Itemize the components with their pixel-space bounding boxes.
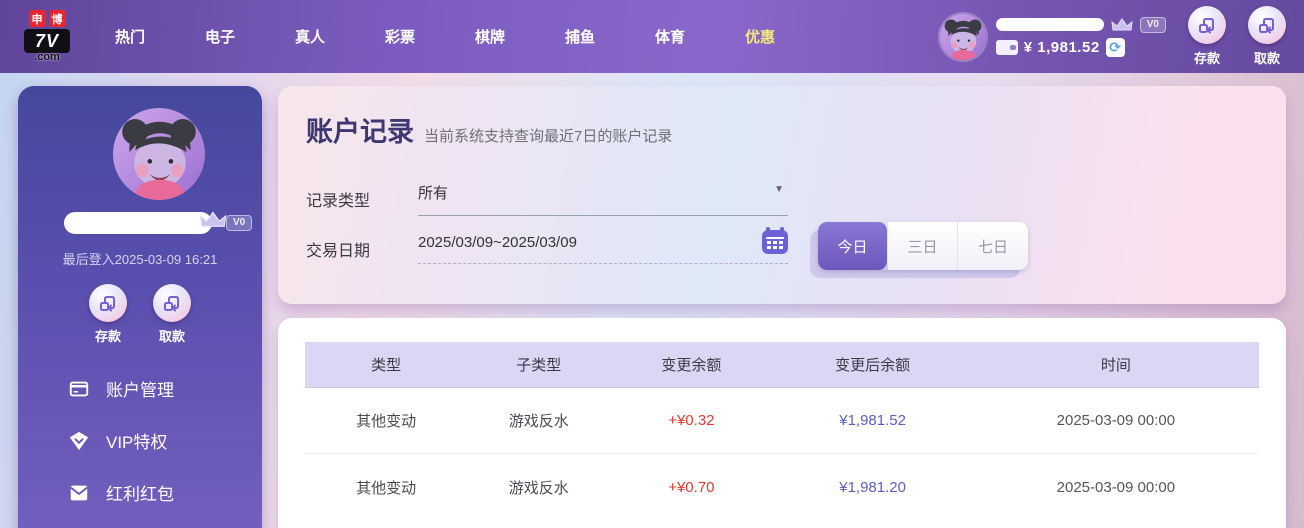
sidebar-actions: 存款 取款 bbox=[18, 284, 262, 345]
sidebar-avatar[interactable] bbox=[113, 108, 205, 200]
logo-com: .com bbox=[34, 51, 60, 63]
sidebar-item-label: 红利红包 bbox=[106, 485, 174, 504]
filter-panel: 账户记录 当前系统支持查询最近7日的账户记录 记录类型 所有 ▼ 交易日期 20… bbox=[278, 86, 1286, 304]
cell-change-amount: +¥0.32 bbox=[668, 412, 715, 429]
record-type-label: 记录类型 bbox=[306, 193, 371, 210]
withdraw-button[interactable]: 取款 bbox=[1248, 6, 1286, 67]
withdraw-label: 取款 bbox=[158, 329, 185, 344]
col-header-change: 变更余额 bbox=[661, 357, 722, 374]
deposit-icon bbox=[1188, 6, 1226, 44]
sidebar-item-vip-privileges[interactable]: VIP特权 bbox=[68, 428, 174, 453]
masked-username bbox=[64, 212, 212, 234]
logo-cn-tiles: 申 博 bbox=[28, 10, 66, 27]
date-range-value: 2025/03/09~2025/03/09 bbox=[418, 234, 577, 251]
col-header-subtype: 子类型 bbox=[516, 357, 562, 374]
nav-item-promo[interactable]: 优惠 bbox=[730, 16, 790, 57]
col-header-balance-after: 变更后余额 bbox=[835, 357, 911, 374]
withdraw-icon bbox=[153, 284, 191, 322]
cell-type: 其他变动 bbox=[356, 479, 417, 497]
cell-subtype: 游戏反水 bbox=[508, 413, 569, 430]
table-row: 其他变动 游戏反水 +¥0.70 ¥1,981.20 2025-03-09 00… bbox=[305, 454, 1259, 520]
sidebar-menu: 账户管理 VIP特权 红利红包 bbox=[68, 376, 174, 505]
account-records-page: 申 博 7V .com 热门 电子 真人 彩票 棋牌 捕鱼 体育 优惠 V0 ¥… bbox=[0, 0, 1304, 528]
table-header-row: 类型 子类型 变更余额 变更后余额 时间 bbox=[305, 342, 1259, 388]
vip-level-badge: V0 bbox=[226, 215, 253, 231]
sidebar-withdraw-button[interactable]: 取款 bbox=[153, 284, 191, 345]
cell-time: 2025-03-09 00:00 bbox=[1056, 478, 1176, 496]
nav-item-lottery[interactable]: 彩票 bbox=[370, 16, 430, 57]
page-subtitle: 当前系统支持查询最近7日的账户记录 bbox=[424, 128, 673, 145]
page-title: 账户记录 bbox=[306, 117, 414, 147]
red-packet-envelope-icon bbox=[70, 485, 88, 500]
record-type-select[interactable]: 所有 ▼ bbox=[418, 182, 788, 216]
sidebar-item-label: VIP特权 bbox=[106, 433, 168, 452]
range-button-group: 今日 三日 七日 bbox=[818, 222, 1028, 270]
refresh-balance-icon[interactable]: ⟳ bbox=[1105, 37, 1125, 57]
sidebar-name-row: V0 bbox=[64, 211, 253, 234]
withdraw-label: 取款 bbox=[1253, 51, 1280, 66]
sidebar-item-account-management[interactable]: 账户管理 bbox=[68, 376, 174, 401]
cell-change-amount: +¥0.70 bbox=[668, 478, 715, 496]
wallet-icon bbox=[995, 39, 1018, 55]
balance-amount: ¥ 1,981.52 bbox=[1023, 38, 1100, 56]
deposit-icon bbox=[89, 284, 127, 322]
deposit-label: 存款 bbox=[1193, 51, 1220, 66]
cell-type: 其他变动 bbox=[356, 413, 417, 430]
logo-tile-bo: 博 bbox=[48, 10, 66, 27]
cell-time: 2025-03-09 00:00 bbox=[1056, 412, 1176, 429]
header-user-cluster: V0 ¥ 1,981.52 ⟳ 存款 取款 bbox=[939, 0, 1286, 73]
range-7days-button[interactable]: 七日 bbox=[958, 222, 1028, 270]
last-login-text: 最后登入2025-03-09 16:21 bbox=[62, 252, 218, 267]
chevron-down-icon[interactable]: ▼ bbox=[774, 184, 784, 195]
table-row: 其他变动 游戏反水 +¥0.32 ¥1,981.52 2025-03-09 00… bbox=[305, 388, 1259, 454]
records-table: 类型 子类型 变更余额 变更后余额 时间 其他变动 游戏反水 +¥0.32 ¥1… bbox=[305, 342, 1259, 520]
range-3days-button[interactable]: 三日 bbox=[888, 222, 958, 270]
date-range-input[interactable]: 2025/03/09~2025/03/09 bbox=[418, 227, 788, 264]
nav-item-chess[interactable]: 棋牌 bbox=[460, 16, 520, 57]
content-area: V0 最后登入2025-03-09 16:21 存款 取款 账户管理 VIP特权… bbox=[0, 73, 1304, 528]
nav-item-slots[interactable]: 电子 bbox=[190, 16, 250, 57]
col-header-time: 时间 bbox=[1100, 357, 1131, 374]
top-navbar: 申 博 7V .com 热门 电子 真人 彩票 棋牌 捕鱼 体育 优惠 V0 ¥… bbox=[0, 0, 1304, 73]
sidebar-deposit-button[interactable]: 存款 bbox=[89, 284, 127, 345]
brand-logo[interactable]: 申 博 7V .com bbox=[16, 10, 78, 63]
deposit-label: 存款 bbox=[94, 329, 121, 344]
logo-tile-shen: 申 bbox=[28, 10, 46, 27]
nav-item-live[interactable]: 真人 bbox=[280, 16, 340, 57]
logo-7v: 7V bbox=[24, 29, 70, 53]
date-range-label: 交易日期 bbox=[306, 243, 371, 260]
nav-item-sports[interactable]: 体育 bbox=[640, 16, 700, 57]
account-card-icon bbox=[69, 381, 89, 396]
deposit-button[interactable]: 存款 bbox=[1188, 6, 1226, 67]
withdraw-icon bbox=[1248, 6, 1286, 44]
nav-item-fishing[interactable]: 捕鱼 bbox=[550, 16, 610, 57]
col-header-type: 类型 bbox=[371, 357, 402, 374]
sidebar-item-red-packet[interactable]: 红利红包 bbox=[68, 480, 174, 505]
cell-balance-after: ¥1,981.20 bbox=[839, 478, 906, 496]
vip-crown-icon bbox=[1111, 17, 1133, 30]
calendar-icon[interactable] bbox=[762, 227, 788, 254]
vip-crown-icon bbox=[199, 211, 227, 227]
cell-subtype: 游戏反水 bbox=[508, 479, 569, 497]
user-info: V0 ¥ 1,981.52 ⟳ bbox=[995, 16, 1166, 57]
vip-gem-icon bbox=[69, 431, 89, 450]
range-button-pad: 今日 三日 七日 bbox=[810, 222, 1028, 278]
masked-username bbox=[995, 18, 1104, 31]
cell-balance-after: ¥1,981.52 bbox=[839, 412, 906, 429]
sidebar-item-label: 账户管理 bbox=[106, 381, 174, 400]
user-sidebar: V0 最后登入2025-03-09 16:21 存款 取款 账户管理 VIP特权… bbox=[18, 86, 262, 528]
records-table-panel: 类型 子类型 变更余额 变更后余额 时间 其他变动 游戏反水 +¥0.32 ¥1… bbox=[278, 318, 1286, 528]
vip-level-badge: V0 bbox=[1139, 16, 1166, 33]
range-today-button[interactable]: 今日 bbox=[818, 222, 888, 270]
nav-item-hot[interactable]: 热门 bbox=[100, 16, 160, 57]
main-nav: 热门 电子 真人 彩票 棋牌 捕鱼 体育 优惠 bbox=[100, 16, 820, 57]
record-type-value: 所有 bbox=[418, 185, 449, 202]
user-avatar[interactable] bbox=[939, 13, 986, 60]
